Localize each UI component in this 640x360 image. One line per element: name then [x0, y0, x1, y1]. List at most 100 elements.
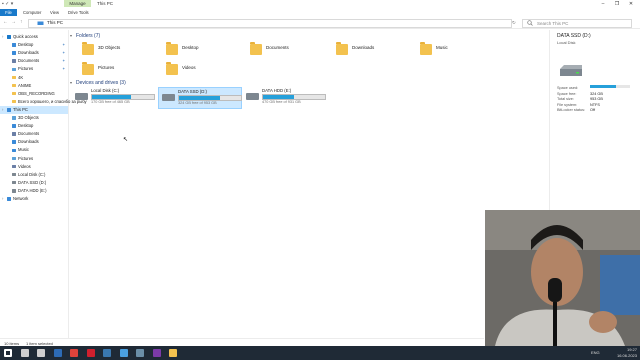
nav-item[interactable]: Music [0, 146, 68, 154]
back-button[interactable]: ← [3, 19, 8, 25]
nav-item[interactable]: Network › [0, 195, 68, 203]
powershell-icon[interactable] [53, 349, 62, 357]
computer-icon [37, 21, 44, 25]
folder-icon [82, 42, 94, 55]
nav-item[interactable]: DATA HDD (E:) [0, 187, 68, 195]
nav-item-label: Quick access [13, 34, 38, 39]
nav-item[interactable]: 4K [0, 74, 68, 82]
folder-label: Documents [266, 45, 289, 50]
nav-item[interactable]: 3D Objects [0, 114, 68, 122]
drive-tile[interactable]: DATA SSD (D:) 324 GB free of 953 GB [158, 87, 242, 109]
close-button[interactable]: ✕ [626, 1, 636, 7]
property-value: NTFS [590, 102, 600, 107]
nav-item[interactable]: Downloads [0, 138, 68, 146]
nav-item-label: 4K [18, 74, 24, 80]
drive-icon [246, 93, 259, 100]
explorer-icon[interactable] [169, 349, 177, 357]
nav-item[interactable]: Quick access › [0, 33, 68, 41]
nav-item[interactable]: ANIME [0, 82, 68, 90]
minimize-button[interactable]: – [598, 1, 608, 7]
quick-access-toolbar[interactable]: ▪ ✓ ▾ [2, 1, 13, 7]
tab-computer[interactable]: Computer [23, 9, 41, 16]
nav-item[interactable]: Pictures ✦ [0, 65, 68, 73]
language-indicator[interactable]: ENG [591, 350, 600, 355]
forward-button[interactable]: → [11, 19, 16, 25]
start-icon[interactable] [4, 349, 12, 357]
nav-item-label: Downloads [18, 50, 39, 56]
clock[interactable]: 19:27 16.06.2023 [617, 347, 637, 358]
expand-chevron-icon[interactable]: › [2, 195, 3, 203]
opera-icon[interactable] [86, 349, 95, 357]
nav-item-label: DATA HDD (E:) [18, 187, 47, 193]
nav-item[interactable]: Pictures [0, 155, 68, 163]
drives-section-title[interactable]: Devices and drives (3) [76, 80, 126, 86]
drives-collapse-icon[interactable]: ▾ [70, 80, 72, 85]
nav-item-label: 3D Objects [18, 115, 39, 120]
tab-file[interactable]: File [0, 9, 17, 16]
steam-icon[interactable] [103, 349, 111, 357]
nav-item[interactable]: Videos [0, 163, 68, 171]
drive-name: DATA HDD (E:) [262, 88, 292, 93]
nav-item[interactable]: DATA SSD (D:) [0, 179, 68, 187]
folders-collapse-icon[interactable]: ▾ [70, 33, 72, 38]
folders-section-title[interactable]: Folders (7) [76, 33, 100, 39]
pin-icon: ✦ [62, 58, 66, 64]
folder-tile[interactable]: Documents [244, 42, 324, 64]
folder-tile[interactable]: Music [414, 42, 494, 64]
folder-tile[interactable]: 3D Objects [76, 42, 156, 64]
address-bar[interactable] [28, 18, 512, 28]
manage-context-tab[interactable]: Manage [64, 0, 91, 7]
address-bar-row: ← → ↑ This PC ↻ Search This PC [0, 17, 640, 29]
folder-tile[interactable]: Desktop [160, 42, 240, 64]
nav-item[interactable]: Desktop ✦ [0, 41, 68, 49]
details-subtitle: Local Disk [557, 40, 576, 45]
search-box[interactable]: Search This PC [522, 18, 632, 28]
property-value: 953 GB [590, 97, 603, 102]
folder-label: 3D Objects [98, 45, 121, 50]
expand-chevron-icon[interactable]: › [2, 106, 3, 114]
nav-item[interactable]: Documents ✦ [0, 57, 68, 65]
search-icon[interactable] [20, 349, 29, 357]
folder-icon [166, 62, 178, 75]
nav-item-label: Pictures [18, 155, 34, 161]
nav-item[interactable]: This PC › [0, 105, 68, 114]
maximize-button[interactable]: ❐ [612, 1, 622, 7]
nav-item[interactable]: Local Disk (C:) [0, 171, 68, 179]
chrome-icon[interactable] [70, 349, 78, 357]
tab-drive-tools[interactable]: Drive Tools [68, 9, 89, 16]
notepad-icon[interactable] [136, 349, 144, 357]
details-pane: DATA SSD (D:) Local Disk Space used: Spac… [549, 30, 640, 210]
download-icon [12, 51, 16, 55]
expand-chevron-icon[interactable]: › [2, 33, 3, 41]
refresh-icon[interactable]: ↻ [512, 20, 516, 26]
nav-item[interactable]: Desktop [0, 122, 68, 130]
folder-tile[interactable]: Videos [160, 62, 240, 84]
nav-item[interactable]: Downloads ✦ [0, 49, 68, 57]
folder-icon [12, 75, 16, 80]
property-value: Off [590, 108, 595, 113]
drive-icon [12, 180, 16, 185]
document-icon [12, 59, 16, 63]
desktop-icon [12, 43, 16, 47]
nav-item[interactable]: Documents [0, 130, 68, 138]
tab-view[interactable]: View [50, 9, 59, 16]
property-label: Total size: [557, 97, 574, 102]
ribbon-tabs: File Computer View Drive Tools [0, 9, 640, 16]
onenote-icon[interactable] [152, 349, 161, 357]
up-button[interactable]: ↑ [20, 19, 23, 25]
nav-item[interactable]: Всего хорошего, и спасибо за рыбу [0, 98, 87, 106]
search-placeholder: Search This PC [537, 20, 569, 26]
property-label: Space free: [557, 91, 577, 96]
task-view-icon[interactable] [37, 349, 45, 357]
drive-tile[interactable]: DATA HDD (E:) 470 GB free of 931 GB [243, 87, 326, 107]
nav-item-label: Local Disk (C:) [18, 171, 46, 177]
drive-tile[interactable]: Local Disk (C:) 170 GB free of 465 GB [72, 87, 155, 107]
app-icon[interactable] [119, 349, 128, 357]
pin-icon: ✦ [62, 66, 66, 72]
folder-icon [12, 99, 16, 104]
document-icon [12, 132, 16, 136]
nav-item[interactable]: OBS_RECORDING [0, 90, 68, 98]
drive-name: Local Disk (C:) [91, 88, 120, 93]
navigation-pane: Quick access › Desktop ✦ Downloads ✦ Documents… [0, 30, 87, 338]
folder-tile[interactable]: Downloads [330, 42, 410, 64]
